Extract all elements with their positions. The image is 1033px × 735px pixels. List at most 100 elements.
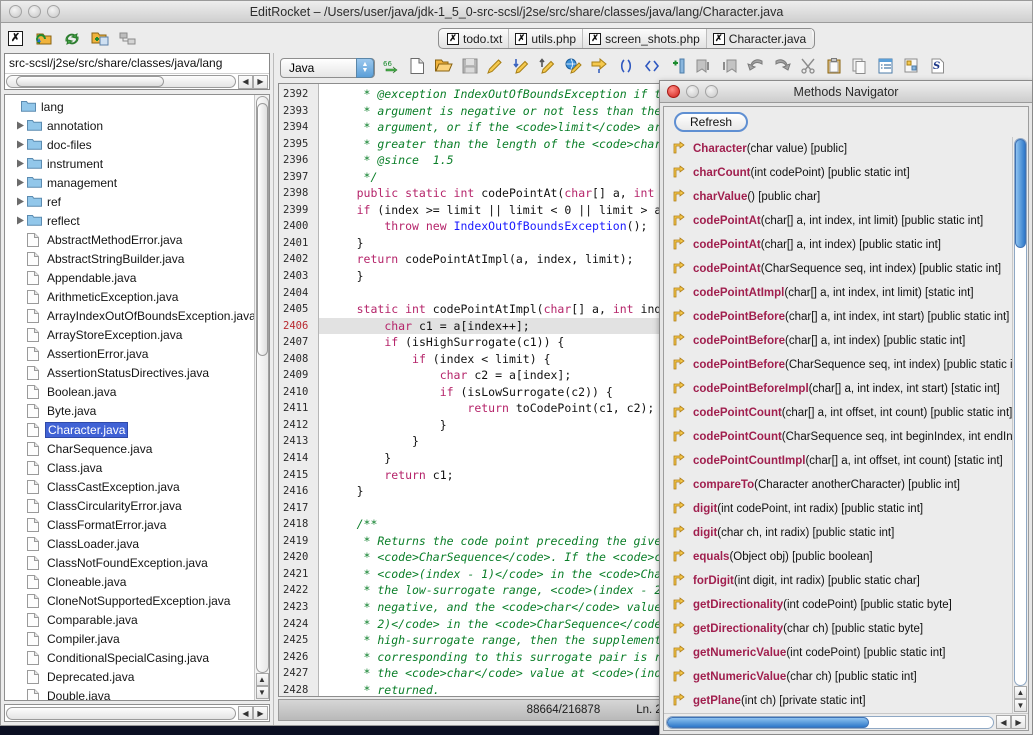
tree-file-item[interactable]: Comparable.java <box>5 610 254 629</box>
tree-file-item[interactable]: Character.java <box>5 420 254 439</box>
refresh-button[interactable]: Refresh <box>674 112 748 132</box>
edit-button[interactable] <box>486 59 505 78</box>
run-button[interactable] <box>590 59 609 78</box>
method-list-item[interactable]: codePointAtImpl(char[] a, int index, int… <box>664 281 1012 305</box>
method-list-item[interactable]: Character(char value) [public] <box>664 137 1012 161</box>
method-list-item[interactable]: codePointBefore(char[] a, int index) [pu… <box>664 329 1012 353</box>
tree-file-item[interactable]: Double.java <box>5 686 254 700</box>
tree-file-item[interactable]: ClassLoader.java <box>5 534 254 553</box>
tree-horizontal-scrollbar[interactable]: ◀ ▶ <box>4 704 270 722</box>
scroll-right-button[interactable]: ▶ <box>253 75 268 89</box>
tree-file-item[interactable]: ConditionalSpecialCasing.java <box>5 648 254 667</box>
insert-snippet-button[interactable] <box>902 59 921 78</box>
scroll-left-button[interactable]: ◀ <box>996 715 1011 729</box>
redo-button[interactable] <box>772 59 791 78</box>
language-select[interactable]: Java ▲▼ <box>280 58 375 78</box>
method-list-item[interactable]: getNumericValue(int codePoint) [public s… <box>664 641 1012 665</box>
undo-button[interactable] <box>746 59 765 78</box>
tree-file-item[interactable]: ClassNotFoundException.java <box>5 553 254 572</box>
method-list-item[interactable]: compareTo(Character anotherCharacter) [p… <box>664 473 1012 497</box>
tree-folder-item[interactable]: instrument <box>5 154 254 173</box>
tree-file-item[interactable]: AssertionStatusDirectives.java <box>5 363 254 382</box>
scroll-right-button[interactable]: ▶ <box>253 706 268 720</box>
insert-above-button[interactable] <box>538 59 557 78</box>
tree-file-item[interactable]: AssertionError.java <box>5 344 254 363</box>
close-tab-icon[interactable]: ✗ <box>589 33 601 45</box>
tree-file-item[interactable]: ClassFormatError.java <box>5 515 254 534</box>
scroll-thumb[interactable] <box>257 103 268 356</box>
tree-file-item[interactable]: AbstractStringBuilder.java <box>5 249 254 268</box>
scroll-thumb[interactable] <box>667 717 869 728</box>
browser-preview-button[interactable] <box>564 59 583 78</box>
tree-file-item[interactable]: ArithmeticException.java <box>5 287 254 306</box>
scroll-trough[interactable] <box>6 707 236 720</box>
methods-horizontal-scrollbar[interactable]: ◀ ▶ <box>664 713 1028 730</box>
method-list-item[interactable]: getNumericValue(char ch) [public static … <box>664 665 1012 689</box>
methods-vertical-scrollbar[interactable]: ▲ ▼ <box>1012 137 1028 713</box>
scroll-thumb[interactable] <box>16 76 164 87</box>
insert-below-button[interactable] <box>512 59 531 78</box>
tree-file-item[interactable]: Deprecated.java <box>5 667 254 686</box>
tree-file-item[interactable]: ClassCastException.java <box>5 477 254 496</box>
tree-folder-item[interactable]: lang <box>5 97 254 116</box>
close-file-button[interactable]: ✗ <box>6 29 25 48</box>
method-list-item[interactable]: codePointCount(CharSequence seq, int beg… <box>664 425 1012 449</box>
close-tab-icon[interactable]: ✗ <box>515 33 527 45</box>
method-list-item[interactable]: codePointBefore(char[] a, int index, int… <box>664 305 1012 329</box>
file-tab[interactable]: ✗todo.txt <box>441 29 509 48</box>
expand-triangle-icon[interactable] <box>13 121 27 130</box>
copy-button[interactable] <box>850 59 869 78</box>
expand-triangle-icon[interactable] <box>13 197 27 206</box>
method-list-item[interactable]: codePointCountImpl(char[] a, int offset,… <box>664 449 1012 473</box>
scroll-trough[interactable] <box>6 75 236 88</box>
tree-file-item[interactable]: Byte.java <box>5 401 254 420</box>
chevron-updown-icon[interactable]: ▲▼ <box>356 58 374 78</box>
close-tab-icon[interactable]: ✗ <box>447 33 459 45</box>
method-list-item[interactable]: equals(Object obj) [public boolean] <box>664 545 1012 569</box>
properties-button[interactable] <box>876 59 895 78</box>
scroll-left-button[interactable]: ◀ <box>238 75 253 89</box>
directory-path-field[interactable]: src-scsl/j2se/src/share/classes/java/lan… <box>5 54 269 73</box>
collapse-tree-button[interactable] <box>118 29 137 48</box>
method-list-item[interactable]: getPlane(int ch) [private static int] <box>664 689 1012 713</box>
method-list-item[interactable]: codePointBefore(CharSequence seq, int in… <box>664 353 1012 377</box>
add-bookmark-button[interactable] <box>668 59 687 78</box>
tree-folder-item[interactable]: annotation <box>5 116 254 135</box>
file-tree[interactable]: langannotationdoc-filesinstrumentmanagem… <box>5 95 254 700</box>
method-list-item[interactable]: codePointAt(CharSequence seq, int index)… <box>664 257 1012 281</box>
scroll-down-button[interactable]: ▼ <box>1014 699 1027 712</box>
file-tab[interactable]: ✗screen_shots.php <box>583 29 707 48</box>
tree-folder-item[interactable]: reflect <box>5 211 254 230</box>
tree-file-item[interactable]: Class.java <box>5 458 254 477</box>
match-brackets-button[interactable] <box>642 59 661 78</box>
scroll-thumb[interactable] <box>1015 139 1026 248</box>
goto-line-button[interactable]: 66 <box>382 59 401 78</box>
match-parens-button[interactable] <box>616 59 635 78</box>
method-list-item[interactable]: getDirectionality(int codePoint) [public… <box>664 593 1012 617</box>
expand-triangle-icon[interactable] <box>13 140 27 149</box>
tree-file-item[interactable]: ArrayStoreException.java <box>5 325 254 344</box>
method-list-item[interactable]: codePointAt(char[] a, int index, int lim… <box>664 209 1012 233</box>
new-folder-button[interactable] <box>90 29 109 48</box>
scroll-trough[interactable] <box>666 716 994 729</box>
tree-file-item[interactable]: AbstractMethodError.java <box>5 230 254 249</box>
tree-file-item[interactable]: ArrayIndexOutOfBoundsException.java <box>5 306 254 325</box>
tree-folder-item[interactable]: doc-files <box>5 135 254 154</box>
open-file-button[interactable] <box>434 59 453 78</box>
methods-list[interactable]: Character(char value) [public]charCount(… <box>664 137 1012 713</box>
method-list-item[interactable]: charCount(int codePoint) [public static … <box>664 161 1012 185</box>
tree-file-item[interactable]: Compiler.java <box>5 629 254 648</box>
tree-file-item[interactable]: ClassCircularityError.java <box>5 496 254 515</box>
spell-check-button[interactable]: S <box>928 59 947 78</box>
file-tab[interactable]: ✗Character.java <box>707 29 812 48</box>
next-bookmark-button[interactable] <box>720 59 739 78</box>
method-list-item[interactable]: charValue() [public char] <box>664 185 1012 209</box>
refresh-directory-button[interactable] <box>34 29 53 48</box>
method-list-item[interactable]: digit(char ch, int radix) [public static… <box>664 521 1012 545</box>
tree-file-item[interactable]: Cloneable.java <box>5 572 254 591</box>
close-tab-icon[interactable]: ✗ <box>713 33 725 45</box>
method-list-item[interactable]: codePointAt(char[] a, int index) [public… <box>664 233 1012 257</box>
tree-folder-item[interactable]: management <box>5 173 254 192</box>
scroll-up-button[interactable]: ▲ <box>1014 686 1027 699</box>
previous-bookmark-button[interactable] <box>694 59 713 78</box>
